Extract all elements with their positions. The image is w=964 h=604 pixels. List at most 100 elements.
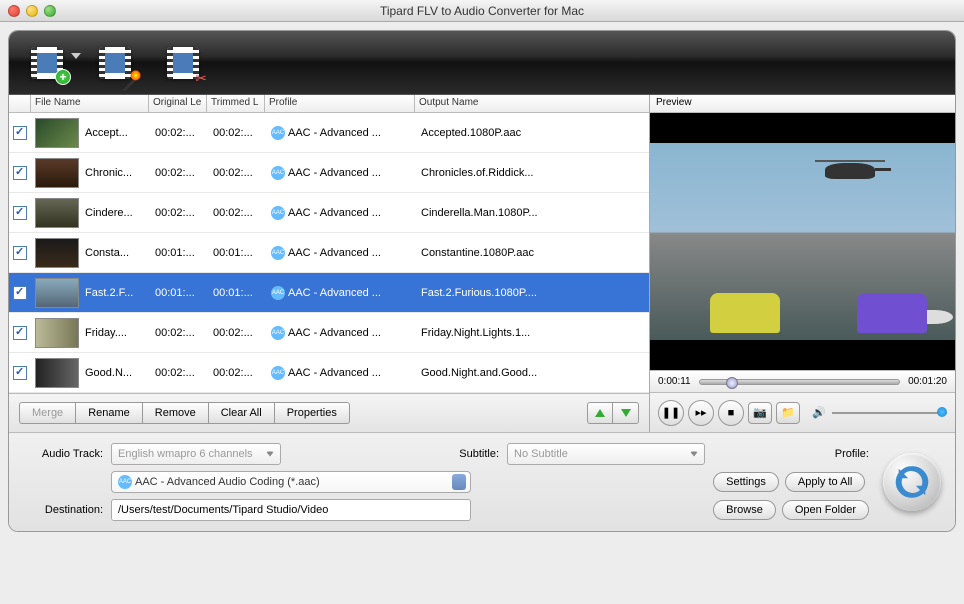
open-snapshot-folder-button[interactable]: 📁 — [776, 402, 800, 424]
video-thumbnail — [35, 358, 79, 388]
table-row[interactable]: Accept...00:02:...00:02:...AACAAC - Adva… — [9, 113, 649, 153]
move-up-button[interactable] — [587, 402, 613, 424]
col-filename[interactable]: File Name — [31, 95, 149, 112]
aac-icon: AAC — [271, 366, 285, 380]
row-checkbox[interactable] — [13, 126, 27, 140]
car-graphic — [857, 293, 927, 333]
properties-button[interactable]: Properties — [275, 402, 350, 424]
cell-profile: AACAAC - Advanced ... — [267, 206, 417, 220]
remove-button[interactable]: Remove — [143, 402, 209, 424]
helicopter-graphic — [825, 163, 875, 179]
trim-button[interactable]: ✂ — [165, 43, 205, 83]
camera-icon: 📷 — [753, 406, 767, 419]
cell-filename: Friday.... — [81, 327, 151, 339]
cell-output-name: Fast.2.Furious.1080P.... — [417, 287, 649, 299]
pause-button[interactable]: ❚❚ — [658, 400, 684, 426]
aac-icon: AAC — [271, 126, 285, 140]
cell-trimmed-length: 00:02:... — [209, 127, 267, 139]
clear-all-button[interactable]: Clear All — [209, 402, 275, 424]
cell-trimmed-length: 00:01:... — [209, 287, 267, 299]
cell-trimmed-length: 00:02:... — [209, 327, 267, 339]
snapshot-button[interactable]: 📷 — [748, 402, 772, 424]
cell-trimmed-length: 00:02:... — [209, 367, 267, 379]
main-toolbar: + ✂ — [9, 31, 955, 95]
cell-output-name: Friday.Night.Lights.1... — [417, 327, 649, 339]
cell-trimmed-length: 00:02:... — [209, 167, 267, 179]
cell-original-length: 00:02:... — [151, 167, 209, 179]
cell-output-name: Cinderella.Man.1080P... — [417, 207, 649, 219]
cell-original-length: 00:02:... — [151, 327, 209, 339]
cell-original-length: 00:01:... — [151, 247, 209, 259]
volume-icon: 🔊 — [812, 406, 826, 419]
effect-button[interactable] — [97, 43, 137, 83]
subtitle-select[interactable]: No Subtitle — [507, 443, 705, 465]
aac-icon: AAC — [271, 286, 285, 300]
total-time: 00:01:20 — [908, 376, 947, 387]
audio-track-select[interactable]: English wmapro 6 channels — [111, 443, 281, 465]
cell-output-name: Accepted.1080P.aac — [417, 127, 649, 139]
row-checkbox[interactable] — [13, 286, 27, 300]
car-graphic — [710, 293, 780, 333]
table-row[interactable]: Cindere...00:02:...00:02:...AACAAC - Adv… — [9, 193, 649, 233]
cell-original-length: 00:02:... — [151, 367, 209, 379]
cell-profile: AACAAC - Advanced ... — [267, 166, 417, 180]
row-checkbox[interactable] — [13, 366, 27, 380]
table-row[interactable]: Friday....00:02:...00:02:...AACAAC - Adv… — [9, 313, 649, 353]
aac-icon: AAC — [271, 326, 285, 340]
settings-button[interactable]: Settings — [713, 472, 779, 492]
preview-header: Preview — [650, 95, 955, 113]
row-checkbox[interactable] — [13, 166, 27, 180]
cell-trimmed-length: 00:02:... — [209, 207, 267, 219]
row-checkbox[interactable] — [13, 206, 27, 220]
rename-button[interactable]: Rename — [76, 402, 143, 424]
seek-slider[interactable] — [699, 379, 900, 385]
move-down-button[interactable] — [613, 402, 639, 424]
cell-filename: Fast.2.F... — [81, 287, 151, 299]
col-trimmed-length[interactable]: Trimmed L — [207, 95, 265, 112]
video-thumbnail — [35, 198, 79, 228]
convert-button[interactable] — [883, 453, 941, 511]
table-row[interactable]: Good.N...00:02:...00:02:...AACAAC - Adva… — [9, 353, 649, 393]
col-output-name[interactable]: Output Name — [415, 95, 649, 112]
row-checkbox[interactable] — [13, 326, 27, 340]
cell-original-length: 00:01:... — [151, 287, 209, 299]
row-checkbox[interactable] — [13, 246, 27, 260]
profile-label: Profile: — [713, 448, 869, 460]
arrow-down-icon — [621, 409, 631, 417]
table-row[interactable]: Consta...00:01:...00:01:...AACAAC - Adva… — [9, 233, 649, 273]
apply-to-all-button[interactable]: Apply to All — [785, 472, 865, 492]
profile-select[interactable]: AAC AAC - Advanced Audio Coding (*.aac) — [111, 471, 471, 493]
cell-original-length: 00:02:... — [151, 127, 209, 139]
add-file-button[interactable]: + — [29, 43, 69, 83]
cell-filename: Consta... — [81, 247, 151, 259]
video-thumbnail — [35, 118, 79, 148]
video-thumbnail — [35, 158, 79, 188]
file-list: Accept...00:02:...00:02:...AACAAC - Adva… — [9, 113, 649, 393]
cell-output-name: Chronicles.of.Riddick... — [417, 167, 649, 179]
browse-button[interactable]: Browse — [713, 500, 776, 520]
cell-profile: AACAAC - Advanced ... — [267, 326, 417, 340]
col-original-length[interactable]: Original Le — [149, 95, 207, 112]
chevron-down-icon[interactable] — [71, 53, 81, 59]
merge-button[interactable]: Merge — [19, 402, 76, 424]
cell-filename: Good.N... — [81, 367, 151, 379]
titlebar: Tipard FLV to Audio Converter for Mac — [0, 0, 964, 22]
table-row[interactable]: Fast.2.F...00:01:...00:01:...AACAAC - Ad… — [9, 273, 649, 313]
stop-button[interactable]: ■ — [718, 400, 744, 426]
cell-profile: AACAAC - Advanced ... — [267, 246, 417, 260]
cell-filename: Chronic... — [81, 167, 151, 179]
cell-output-name: Good.Night.and.Good... — [417, 367, 649, 379]
cell-trimmed-length: 00:01:... — [209, 247, 267, 259]
table-row[interactable]: Chronic...00:02:...00:02:...AACAAC - Adv… — [9, 153, 649, 193]
cell-profile: AACAAC - Advanced ... — [267, 126, 417, 140]
volume-slider[interactable] — [832, 412, 947, 414]
cell-original-length: 00:02:... — [151, 207, 209, 219]
open-folder-button[interactable]: Open Folder — [782, 500, 869, 520]
cell-output-name: Constantine.1080P.aac — [417, 247, 649, 259]
step-forward-button[interactable]: ▸▸ — [688, 400, 714, 426]
aac-icon: AAC — [271, 166, 285, 180]
refresh-icon — [893, 463, 931, 501]
col-profile[interactable]: Profile — [265, 95, 415, 112]
destination-input[interactable]: /Users/test/Documents/Tipard Studio/Vide… — [111, 499, 471, 521]
table-header: File Name Original Le Trimmed L Profile … — [9, 95, 649, 113]
